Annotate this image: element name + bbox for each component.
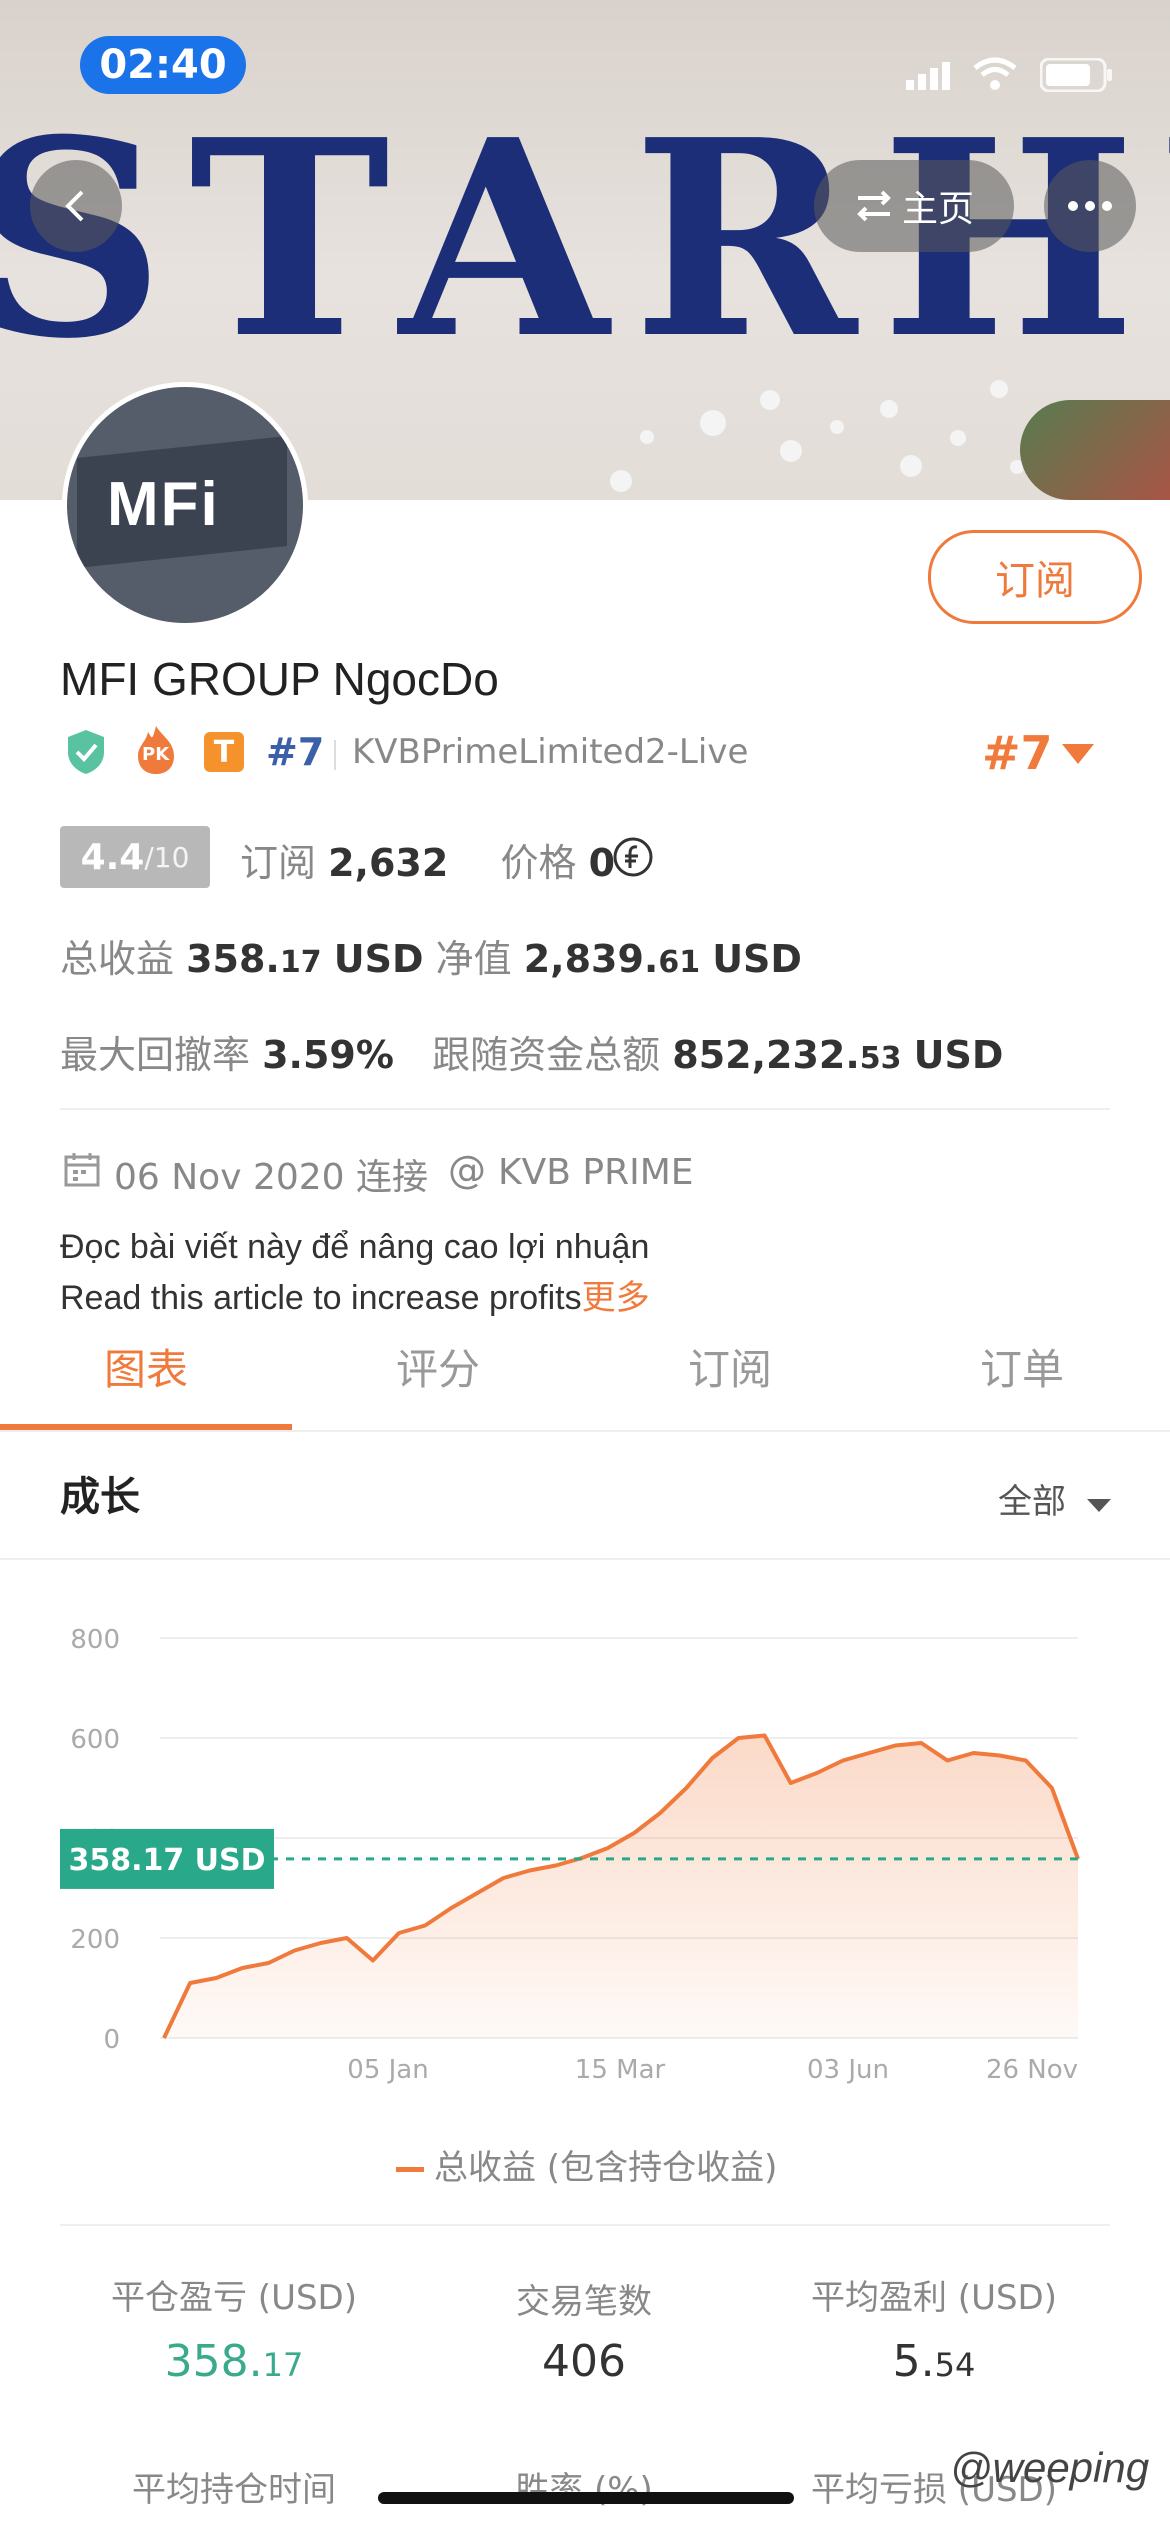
tab-rating[interactable]: 评分 (292, 1336, 584, 1430)
stat-label-trade-count: 交易笔数 (516, 2282, 652, 2322)
series-area (164, 1735, 1078, 2038)
legend-label: 总收益 (包含持仓收益) (434, 2148, 778, 2188)
equity-label: 净值 (435, 937, 512, 981)
score-badge: 4.4 /10 (60, 826, 210, 888)
stat-label-closed-pnl: 平仓盈亏 (USD) (111, 2278, 357, 2318)
home-button[interactable]: 主页 (814, 160, 1014, 252)
subscribers-label: 订阅 (240, 841, 317, 885)
more-dots-icon (1068, 201, 1112, 211)
x-tick-label: 05 Jan (347, 2055, 428, 2085)
x-tick-label: 03 Jun (807, 2055, 889, 2085)
tab-divider (0, 1430, 1170, 1432)
caret-down-icon (1086, 1499, 1111, 1512)
coin-icon (612, 836, 654, 878)
growth-chart[interactable]: 800600400200005 Jan15 Mar03 Jun26 Nov358… (0, 1580, 1170, 2180)
t-badge: T (204, 732, 244, 772)
max-drawdown-value: 3.59% (262, 1033, 394, 1077)
more-link[interactable]: 更多 (582, 1279, 650, 1317)
tab-bar: 图表 评分 订阅 订单 (0, 1336, 1170, 1430)
trader-name: MFI GROUP NgocDo (60, 653, 499, 705)
profile-divider (60, 1108, 1110, 1110)
x-tick-label: 15 Mar (575, 2055, 666, 2085)
profit-row: 总收益 358.17 USD 净值 2,839.61 USD (60, 928, 802, 983)
follow-funds-unit: USD (913, 1033, 1004, 1077)
more-button[interactable] (1044, 160, 1136, 252)
rank-separator (334, 740, 336, 770)
description-line-2: Read this article to increase profits更多 (60, 1270, 650, 1319)
status-time: 02:40 (80, 36, 246, 94)
pk-label: PK (142, 744, 170, 765)
follow-funds-int: 852,232. (672, 1033, 860, 1077)
signal-icon (906, 60, 958, 90)
stat-value-avg-profit: 5.54 (892, 2336, 976, 2387)
wifi-icon (972, 56, 1018, 92)
subscribe-button[interactable]: 订阅 (928, 530, 1142, 624)
avatar-logo-text: MFi (107, 470, 220, 539)
chart-header-divider (0, 1558, 1170, 1560)
plant-leaves (1020, 400, 1170, 500)
stats-divider (60, 2224, 1110, 2226)
calendar-icon (62, 1150, 102, 1190)
current-value-label: 358.17 USD (68, 1843, 265, 1878)
y-tick-label: 600 (70, 1725, 120, 1755)
battery-icon (1039, 57, 1114, 93)
subscribers-row: 订阅 2,632 价格 0 (240, 832, 615, 887)
total-profit-dec: 17 (279, 945, 322, 980)
rank-small: #7 (266, 730, 325, 774)
home-indicator[interactable] (378, 2492, 794, 2504)
max-drawdown-label: 最大回撤率 (60, 1033, 251, 1077)
description-line-1: Đọc bài viết này để nâng cao lợi nhuận (60, 1228, 650, 1266)
subscribers-value: 2,632 (328, 841, 449, 885)
tab-subscription[interactable]: 订阅 (584, 1336, 876, 1430)
description-text: Read this article to increase profits (60, 1279, 582, 1317)
watermark: @weeping (950, 2444, 1150, 2491)
tab-orders[interactable]: 订单 (876, 1336, 1168, 1430)
stat-value-closed-pnl: 358.17 (164, 2336, 304, 2387)
total-profit-int: 358. (186, 937, 280, 981)
broker-name: KVB PRIME (498, 1152, 694, 1193)
range-filter[interactable]: 全部 (998, 1474, 1111, 1523)
growth-title: 成长 (60, 1474, 140, 1520)
tab-chart[interactable]: 图表 (0, 1336, 292, 1430)
back-button[interactable] (30, 160, 122, 252)
equity-unit: USD (712, 937, 802, 981)
score-value: 4.4 (80, 836, 145, 878)
equity-int: 2,839. (523, 937, 659, 981)
y-tick-label: 800 (70, 1625, 120, 1655)
y-tick-label: 200 (70, 1925, 120, 1955)
avatar[interactable]: MFi (62, 382, 308, 628)
at-icon: @ (448, 1148, 486, 1192)
pk-fire-badge: PK (132, 724, 180, 776)
home-label: 主页 (901, 189, 974, 230)
rank-big: #7 (982, 726, 1053, 780)
account-name: KVBPrimeLimited2-Live (352, 732, 749, 772)
legend-swatch (396, 2167, 424, 2172)
equity-dec: 61 (658, 945, 701, 980)
total-profit-unit: USD (333, 937, 424, 981)
rank-dropdown-icon[interactable] (1062, 742, 1094, 766)
range-filter-label: 全部 (998, 1482, 1066, 1522)
chart-legend[interactable]: 总收益 (包含持仓收益) (396, 2140, 777, 2189)
chevron-left-icon (65, 190, 84, 222)
swap-icon (857, 190, 891, 222)
stat-label-avg-profit: 平均盈利 (USD) (811, 2278, 1057, 2318)
stat-value-trade-count: 406 (542, 2336, 626, 2387)
connected-date: 06 Nov 2020 连接 (114, 1157, 429, 1198)
verified-shield-icon (64, 728, 108, 776)
score-max: /10 (144, 840, 190, 874)
total-profit-label: 总收益 (60, 937, 175, 981)
stat-label-avg-hold-time: 平均持仓时间 (132, 2470, 336, 2510)
y-tick-label: 0 (103, 2025, 120, 2055)
follow-funds-dec: 53 (859, 1041, 902, 1076)
drawdown-row: 最大回撤率 3.59% 跟随资金总额 852,232.53 USD (60, 1024, 1003, 1079)
x-tick-label: 26 Nov (986, 2055, 1078, 2085)
price-label: 价格 (500, 841, 577, 885)
follow-funds-label: 跟随资金总额 (432, 1033, 661, 1077)
